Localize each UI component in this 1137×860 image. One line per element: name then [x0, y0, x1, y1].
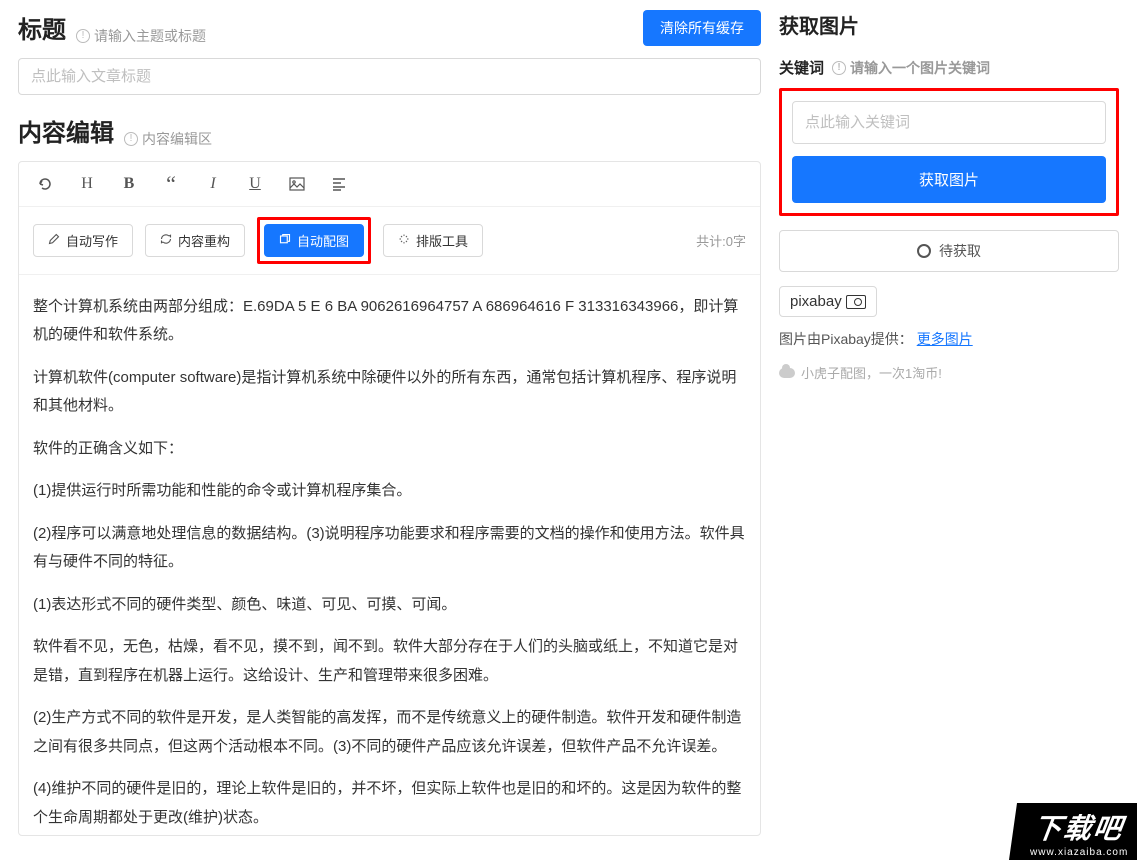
image-icon[interactable]: [285, 172, 309, 196]
undo-icon[interactable]: [33, 172, 57, 196]
format-toolbar: H B “ I U: [19, 162, 760, 207]
italic-icon[interactable]: I: [201, 172, 225, 196]
paragraph: 计算机软件(computer software)是指计算机系统中除硬件以外的所有…: [33, 364, 746, 421]
promo-line: 小虎子配图，一次1淘币!: [779, 363, 1119, 382]
bold-icon[interactable]: B: [117, 172, 141, 196]
keyword-input[interactable]: [792, 101, 1106, 144]
edit-hint: ! 内容编辑区: [124, 129, 212, 149]
camera-icon: [846, 295, 866, 309]
keyword-label-wrap: 关键词 ! 请输入一个图片关键词: [779, 57, 990, 78]
refresh-icon: [160, 233, 172, 248]
more-images-link[interactable]: 更多图片: [917, 331, 973, 347]
side-title: 获取图片: [779, 10, 1119, 39]
fetch-image-button[interactable]: 获取图片: [792, 156, 1106, 203]
cloud-icon: [779, 368, 795, 378]
paragraph: (2)程序可以满意地处理信息的数据结构。(3)说明程序功能要求和程序需要的文档的…: [33, 520, 746, 577]
layout-button[interactable]: 排版工具: [383, 224, 483, 257]
info-icon: !: [124, 132, 138, 146]
auto-write-button[interactable]: 自动写作: [33, 224, 133, 257]
info-icon: !: [76, 29, 90, 43]
auto-image-button[interactable]: 自动配图: [264, 224, 364, 257]
paragraph: 软件看不见，无色，枯燥，看不见，摸不到，闻不到。软件大部分存在于人们的头脑或纸上…: [33, 633, 746, 690]
editor-content[interactable]: 整个计算机系统由两部分组成：E.69DA 5 E 6 BA 9062616964…: [19, 275, 760, 835]
paragraph: (2)生产方式不同的软件是开发，是人类智能的高发挥，而不是传统意义上的硬件制造。…: [33, 704, 746, 761]
info-icon: !: [832, 61, 846, 75]
wand-icon: [398, 233, 410, 248]
heading-icon[interactable]: H: [75, 172, 99, 196]
title-hint: ! 请输入主题或标题: [76, 26, 206, 46]
layers-icon: [279, 233, 291, 248]
paragraph: (1)表达形式不同的硬件类型、颜色、味道、可见、可摸、可闻。: [33, 591, 746, 620]
paragraph: (4)维护不同的硬件是旧的，理论上软件是旧的，并不坏，但实际上软件也是旧的和坏的…: [33, 775, 746, 832]
title-label: 标题: [18, 10, 66, 45]
title-header: 标题 ! 请输入主题或标题 清除所有缓存: [18, 10, 761, 46]
quote-icon[interactable]: “: [159, 172, 183, 196]
edit-label: 内容编辑: [18, 113, 114, 148]
word-count: 共计:0字: [696, 231, 746, 250]
edit-header: 内容编辑 ! 内容编辑区: [18, 113, 761, 149]
paragraph: 整个计算机系统由两部分组成：E.69DA 5 E 6 BA 9062616964…: [33, 293, 746, 350]
paragraph: 软件的正确含义如下：: [33, 435, 746, 464]
keyword-highlight-box: 获取图片: [779, 88, 1119, 216]
pencil-icon: [48, 233, 60, 248]
paragraph: (1)提供运行时所需功能和性能的命令或计算机程序集合。: [33, 477, 746, 506]
article-title-input[interactable]: [18, 58, 761, 95]
status-ring-icon: [917, 244, 931, 258]
restructure-button[interactable]: 内容重构: [145, 224, 245, 257]
watermark: 下载吧 www.xiazaiba.com: [1009, 803, 1137, 860]
keyword-label: 关键词: [779, 57, 824, 78]
action-toolbar: 自动写作 内容重构 自动配图: [19, 207, 760, 275]
align-left-icon[interactable]: [327, 172, 351, 196]
underline-icon[interactable]: U: [243, 172, 267, 196]
pixabay-badge: pixabay: [779, 286, 877, 317]
highlight-box: 自动配图: [257, 217, 371, 264]
clear-cache-button[interactable]: 清除所有缓存: [643, 10, 761, 46]
fetch-status: 待获取: [779, 230, 1119, 272]
credit-line: 图片由Pixabay提供： 更多图片: [779, 329, 1119, 349]
keyword-hint: ! 请输入一个图片关键词: [832, 58, 990, 78]
